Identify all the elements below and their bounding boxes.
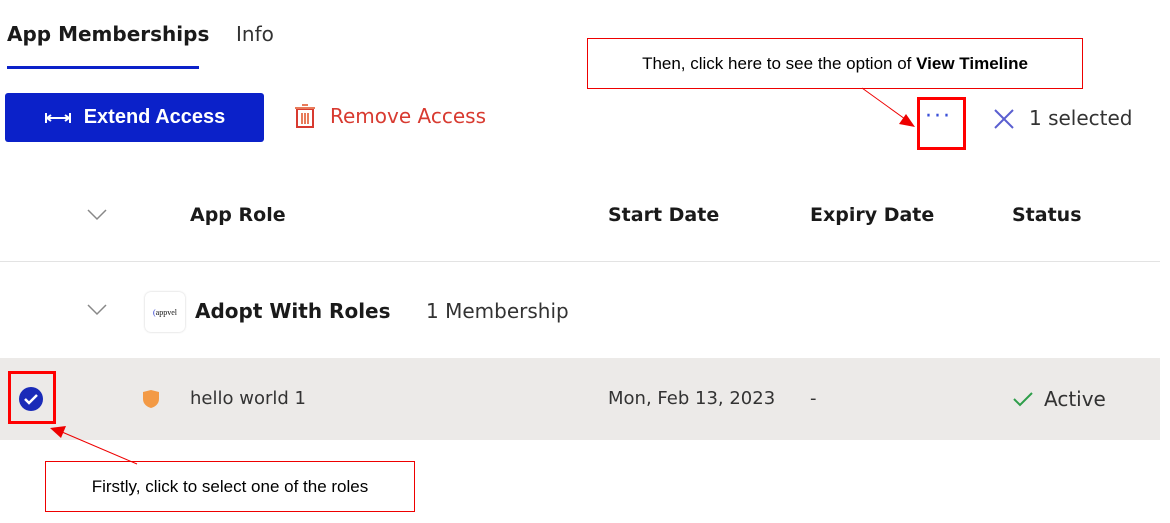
check-icon [1013,392,1033,407]
remove-access-button[interactable]: Remove Access [294,103,486,129]
tab-info[interactable]: Info [236,22,274,46]
header-expiry-date[interactable]: Expiry Date [810,204,934,226]
annotation-bottom-text: Firstly, click to select one of the role… [91,476,369,496]
extend-arrows-icon [44,112,71,123]
arrowhead-top [899,114,915,127]
chevron-down-icon[interactable] [87,209,107,221]
status-badge: Active [1044,387,1106,411]
annotation-top: Then, click here to see the option of Vi… [587,38,1083,89]
role-name: hello world 1 [190,388,306,409]
trash-icon [295,104,315,128]
active-tab-indicator [7,66,199,69]
chevron-down-icon[interactable] [87,304,107,316]
group-name[interactable]: Adopt With Roles [195,299,391,323]
annotation-top-text: Then, click here to see the option of [642,53,917,73]
app-logo: (appvel [145,292,185,332]
header-app-role[interactable]: App Role [190,204,286,226]
header-status[interactable]: Status [1012,204,1082,226]
annotation-bottom: Firstly, click to select one of the role… [45,461,415,512]
expiry-date: - [810,388,817,409]
annotation-top-bold: View Timeline [916,53,1028,73]
extend-access-button[interactable]: Extend Access [5,93,264,142]
close-icon[interactable] [993,108,1015,130]
header-start-date[interactable]: Start Date [608,204,719,226]
highlight-box-checkbox [8,371,56,424]
selected-count: 1 selected [1029,106,1133,130]
remove-access-label: Remove Access [330,104,486,128]
tab-app-memberships[interactable]: App Memberships [7,22,209,46]
shield-icon [143,390,159,408]
header-divider [0,261,1160,262]
arrow-top [861,87,906,120]
table-row[interactable] [0,358,1160,440]
extend-access-label: Extend Access [83,106,226,128]
start-date: Mon, Feb 13, 2023 [608,388,776,409]
membership-count: 1 Membership [426,299,569,323]
highlight-box-more [917,97,966,150]
